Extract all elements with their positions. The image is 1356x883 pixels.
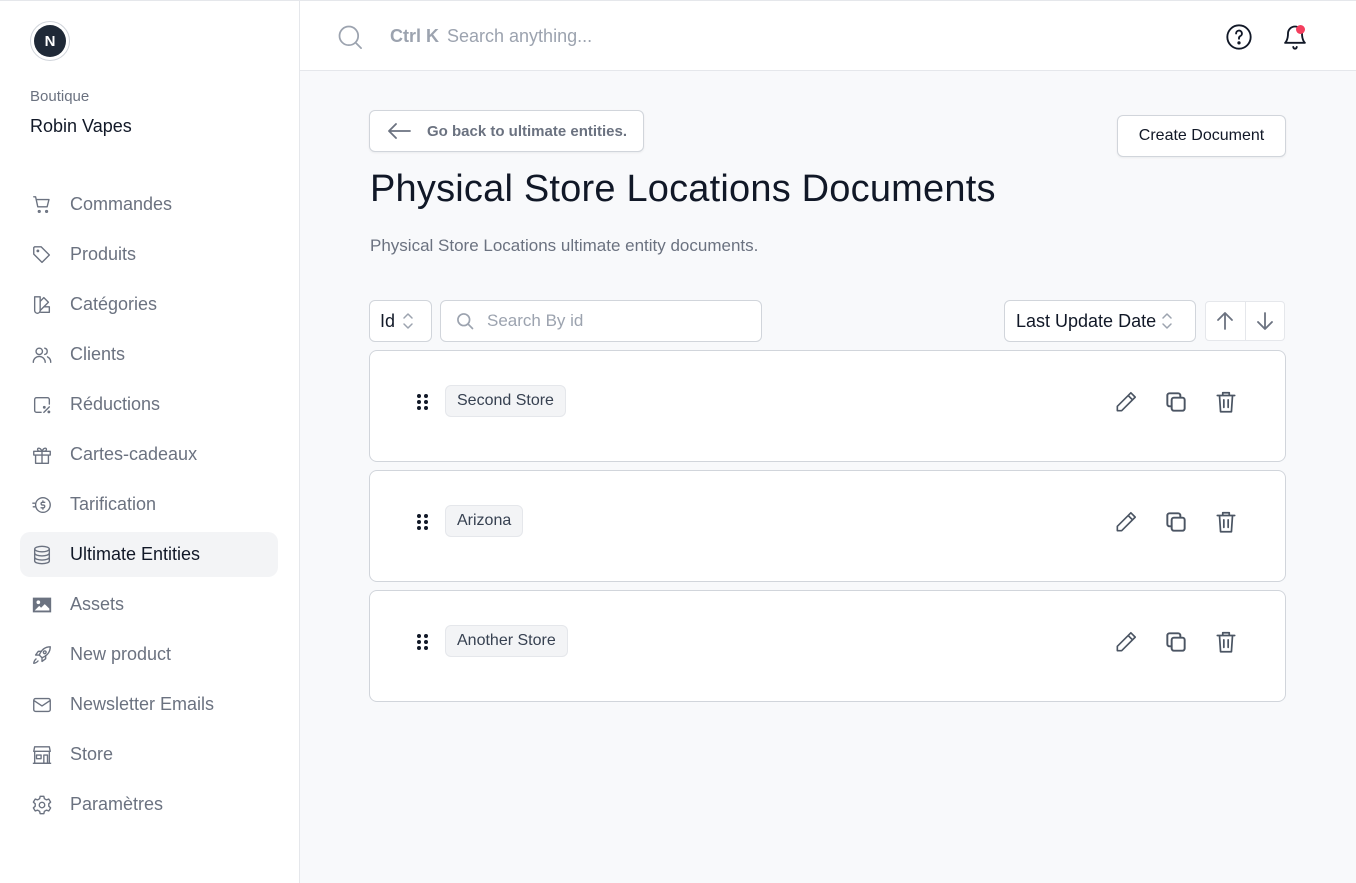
duplicate-icon[interactable] bbox=[1162, 388, 1190, 416]
sidebar-item-reductions[interactable]: Réductions bbox=[20, 382, 278, 427]
sidebar-item-parametres[interactable]: Paramètres bbox=[20, 782, 278, 827]
gift-icon bbox=[30, 443, 54, 467]
page-title: Physical Store Locations Documents bbox=[370, 168, 996, 210]
sidebar-item-label: Catégories bbox=[70, 294, 158, 314]
help-icon[interactable] bbox=[1225, 23, 1253, 51]
create-document-button[interactable]: Create Document bbox=[1117, 115, 1286, 157]
duplicate-icon[interactable] bbox=[1162, 628, 1190, 656]
top-bar: Ctrl K bbox=[300, 0, 1356, 71]
drag-handle-icon[interactable] bbox=[414, 392, 432, 412]
edit-icon[interactable] bbox=[1112, 628, 1140, 656]
dollar-coin-icon bbox=[30, 493, 54, 517]
page-description: Physical Store Locations ultimate entity… bbox=[370, 236, 759, 255]
sidebar-item-assets[interactable]: Assets bbox=[20, 582, 278, 627]
notification-badge bbox=[1296, 25, 1305, 34]
shop-label: Boutique bbox=[30, 88, 90, 105]
arrow-left-icon bbox=[388, 123, 411, 139]
filter-field-value: Id bbox=[380, 310, 396, 331]
edit-icon[interactable] bbox=[1112, 508, 1140, 536]
chevron-up-down-icon bbox=[1162, 313, 1172, 329]
sidebar-item-label: Clients bbox=[70, 344, 126, 364]
sidebar-item-label: Ultimate Entities bbox=[70, 544, 201, 564]
edit-icon[interactable] bbox=[1112, 388, 1140, 416]
sort-ascending-button[interactable] bbox=[1206, 302, 1245, 340]
sidebar-item-label: Commandes bbox=[70, 194, 173, 214]
document-name-tag: Another Store bbox=[445, 625, 568, 657]
global-search-input[interactable] bbox=[447, 19, 847, 53]
trash-icon[interactable] bbox=[1212, 388, 1240, 416]
trash-icon[interactable] bbox=[1212, 628, 1240, 656]
sidebar-item-label: Réductions bbox=[70, 394, 161, 414]
search-by-id-field[interactable] bbox=[440, 300, 762, 342]
document-card[interactable]: Another Store bbox=[369, 590, 1286, 702]
sidebar-item-tarification[interactable]: Tarification bbox=[20, 482, 278, 527]
sidebar-item-label: Produits bbox=[70, 244, 137, 264]
sidebar-item-label: New product bbox=[70, 644, 172, 664]
sort-field-select[interactable]: Last Update Date bbox=[1004, 300, 1196, 342]
shortcut-hint: Ctrl K bbox=[390, 26, 439, 46]
sidebar-item-label: Newsletter Emails bbox=[70, 694, 215, 714]
chevron-up-down-icon bbox=[403, 313, 413, 329]
discount-icon bbox=[30, 393, 54, 417]
sidebar-item-new-product[interactable]: New product bbox=[20, 632, 278, 677]
sidebar-item-label: Cartes-cadeaux bbox=[70, 444, 198, 464]
sidebar-item-cartes-cadeaux[interactable]: Cartes-cadeaux bbox=[20, 432, 278, 477]
search-icon bbox=[336, 23, 364, 51]
sidebar-item-label: Tarification bbox=[70, 494, 157, 514]
sort-direction-group bbox=[1205, 301, 1285, 341]
sidebar-item-produits[interactable]: Produits bbox=[20, 232, 278, 277]
sidebar-item-label: Assets bbox=[70, 594, 125, 614]
trash-icon[interactable] bbox=[1212, 508, 1240, 536]
sidebar-item-label: Store bbox=[70, 744, 114, 764]
duplicate-icon[interactable] bbox=[1162, 508, 1190, 536]
drag-handle-icon[interactable] bbox=[414, 632, 432, 652]
sidebar-item-commandes[interactable]: Commandes bbox=[20, 182, 278, 227]
gear-icon bbox=[30, 793, 54, 817]
sidebar-nav: Commandes Produits Catégories Clients Ré… bbox=[20, 182, 278, 832]
filter-field-select[interactable]: Id bbox=[369, 300, 432, 342]
drag-handle-icon[interactable] bbox=[414, 512, 432, 532]
users-icon bbox=[30, 343, 54, 367]
sidebar-item-store[interactable]: Store bbox=[20, 732, 278, 777]
sidebar-item-ultimate-entities[interactable]: Ultimate Entities bbox=[20, 532, 278, 577]
mail-icon bbox=[30, 693, 54, 717]
sidebar-item-categories[interactable]: Catégories bbox=[20, 282, 278, 327]
sidebar-item-newsletter-emails[interactable]: Newsletter Emails bbox=[20, 682, 278, 727]
search-by-id-input[interactable] bbox=[487, 311, 747, 331]
search-icon bbox=[457, 313, 474, 330]
swatch-icon bbox=[30, 293, 54, 317]
document-name-tag: Arizona bbox=[445, 505, 524, 537]
cart-icon bbox=[30, 193, 54, 217]
arrow-up-icon bbox=[1217, 312, 1234, 330]
document-name-tag: Second Store bbox=[445, 385, 566, 417]
avatar-letter: N bbox=[34, 25, 66, 57]
sort-field-value: Last Update Date bbox=[1016, 310, 1157, 331]
sidebar: N Boutique Robin Vapes Commandes Produit… bbox=[0, 0, 300, 883]
sidebar-item-label: Paramètres bbox=[70, 794, 164, 814]
back-button-label: Go back to ultimate entities. bbox=[427, 122, 628, 140]
tag-icon bbox=[30, 243, 54, 267]
document-card[interactable]: Arizona bbox=[369, 470, 1286, 582]
rocket-icon bbox=[30, 643, 54, 667]
storefront-icon bbox=[30, 743, 54, 767]
shop-name: Robin Vapes bbox=[30, 116, 132, 136]
avatar[interactable]: N bbox=[30, 21, 70, 61]
database-icon bbox=[30, 543, 54, 567]
document-card[interactable]: Second Store bbox=[369, 350, 1286, 462]
arrow-down-icon bbox=[1257, 312, 1273, 330]
sidebar-item-clients[interactable]: Clients bbox=[20, 332, 278, 377]
sort-descending-button[interactable] bbox=[1244, 302, 1284, 340]
image-icon bbox=[30, 593, 54, 617]
back-button[interactable]: Go back to ultimate entities. bbox=[369, 110, 644, 152]
